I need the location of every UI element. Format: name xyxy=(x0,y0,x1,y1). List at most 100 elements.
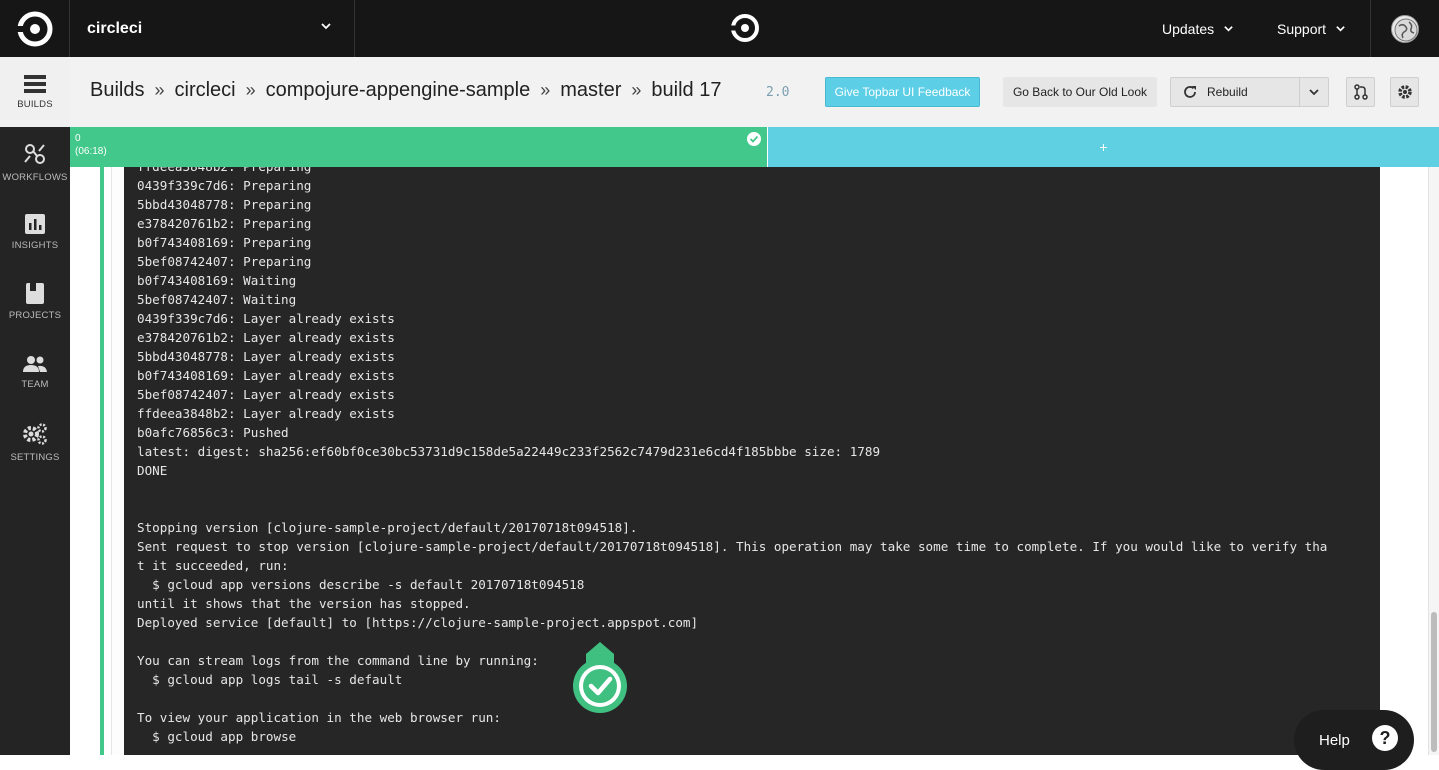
circleci-center-logo-icon[interactable] xyxy=(729,12,761,44)
breadcrumb-separator: » xyxy=(540,80,551,100)
add-container-button[interactable]: + xyxy=(768,127,1439,167)
sidebar-item-projects[interactable]: PROJECTS xyxy=(0,267,70,337)
question-icon: ? xyxy=(1372,725,1398,751)
log-line: Sent request to stop version [clojure-sa… xyxy=(137,539,1328,554)
log-line: 0439f339c7d6: Layer already exists xyxy=(137,311,395,326)
breadcrumb-separator: » xyxy=(631,80,642,100)
log-line: e378420761b2: Preparing xyxy=(137,216,312,231)
check-circle-icon xyxy=(747,132,761,146)
help-button[interactable]: Help ? xyxy=(1294,710,1414,770)
success-badge-icon xyxy=(573,642,627,713)
breadcrumb-project[interactable]: compojure-appengine-sample xyxy=(266,79,531,101)
log-line: until it shows that the version has stop… xyxy=(137,596,471,611)
chevron-down-icon xyxy=(1309,89,1319,96)
log-line: 5bef08742407: Layer already exists xyxy=(137,387,395,402)
sidebar-item-team[interactable]: TEAM xyxy=(0,337,70,407)
circleci-logo-icon xyxy=(15,11,52,46)
log-line: You can stream logs from the command lin… xyxy=(137,653,539,668)
log-line: 5bef08742407: Preparing xyxy=(137,254,312,269)
log-line: t it succeeded, run: xyxy=(137,558,289,573)
log-line: b0f743408169: Preparing xyxy=(137,235,312,250)
log-line: b0afc76856c3: Pushed xyxy=(137,425,289,440)
projects-icon xyxy=(26,283,44,304)
breadcrumb-branch[interactable]: master xyxy=(560,79,621,101)
chevron-down-icon xyxy=(321,23,331,30)
log-line: $ gcloud app browse xyxy=(137,729,297,744)
log-line: ffdeea3848b2: Preparing xyxy=(137,167,1367,176)
updates-menu[interactable]: Updates xyxy=(1162,0,1234,57)
gear-icon xyxy=(1397,85,1412,99)
top-navigation-bar: circleci Updates Support xyxy=(0,0,1439,57)
breadcrumb-org[interactable]: circleci xyxy=(175,79,236,101)
log-line: 5bbd43048778: Layer already exists xyxy=(137,349,395,364)
sidebar: BUILDS WORKFLOWS INSIGHTS PROJECTS TEAM … xyxy=(0,57,70,755)
log-line: 5bbd43048778: Preparing xyxy=(137,197,312,212)
sidebar-item-label: PROJECTS xyxy=(8,310,62,321)
breadcrumb-build: build 17 xyxy=(651,79,722,101)
project-settings-button[interactable] xyxy=(1390,77,1419,107)
log-line: DONE xyxy=(137,463,168,478)
builds-icon xyxy=(24,74,46,93)
scrollbar-thumb[interactable] xyxy=(1431,612,1437,752)
log-line: ffdeea3848b2: Layer already exists xyxy=(137,406,395,421)
circleci-logo[interactable] xyxy=(0,0,70,57)
log-line: 5bef08742407: Waiting xyxy=(137,292,297,307)
log-line: b0f743408169: Waiting xyxy=(137,273,297,288)
sidebar-item-label: WORKFLOWS xyxy=(2,171,68,183)
build-output-area: ffdeea3848b2: Preparing 0439f339c7d6: Pre… xyxy=(70,167,1439,755)
org-name: circleci xyxy=(87,19,143,37)
old-look-button[interactable]: Go Back to Our Old Look xyxy=(1003,77,1157,107)
insights-icon xyxy=(25,213,45,234)
rebuild-options-dropdown[interactable] xyxy=(1300,77,1329,107)
team-icon xyxy=(23,355,47,372)
globe-avatar-icon xyxy=(1394,18,1418,41)
log-line: $ gcloud app logs tail -s default xyxy=(137,672,403,687)
log-line: Stopping version [clojure-sample-project… xyxy=(137,520,638,535)
pull-request-icon xyxy=(1353,84,1368,100)
org-switcher[interactable]: circleci xyxy=(70,0,355,57)
support-menu-label: Support xyxy=(1277,20,1327,37)
pull-request-button[interactable] xyxy=(1346,77,1375,107)
workflows-icon xyxy=(24,143,45,164)
log-line: 0439f339c7d6: Preparing xyxy=(137,178,312,193)
page-scrollbar[interactable] xyxy=(1428,167,1439,755)
sidebar-item-insights[interactable]: INSIGHTS xyxy=(0,197,70,267)
container-bar: 0 (06:18) + xyxy=(70,127,1439,167)
chevron-down-icon xyxy=(1224,26,1233,32)
updates-menu-label: Updates xyxy=(1162,20,1215,37)
sidebar-item-label: SETTINGS xyxy=(10,451,60,463)
settings-icon xyxy=(23,422,47,445)
topbar-feedback-button[interactable]: Give Topbar UI Feedback xyxy=(825,77,980,107)
container-tab-0[interactable]: 0 (06:18) xyxy=(70,127,767,167)
user-menu[interactable] xyxy=(1370,0,1439,57)
sidebar-item-builds[interactable]: BUILDS xyxy=(0,57,70,127)
rebuild-button[interactable]: Rebuild xyxy=(1170,77,1300,107)
log-line: b0f743408169: Layer already exists xyxy=(137,368,395,383)
avatar xyxy=(1391,14,1419,43)
log-line: Deployed service [default] to [https://c… xyxy=(137,615,699,630)
refresh-icon xyxy=(1184,86,1196,98)
terminal-output[interactable]: ffdeea3848b2: Preparing 0439f339c7d6: Pre… xyxy=(124,167,1380,755)
breadcrumb-builds[interactable]: Builds xyxy=(90,79,144,101)
sidebar-item-settings[interactable]: SETTINGS xyxy=(0,407,70,477)
sidebar-item-label: INSIGHTS xyxy=(11,239,59,251)
support-menu[interactable]: Support xyxy=(1277,0,1346,57)
log-text: ffdeea3848b2: Preparing 0439f339c7d6: Pre… xyxy=(137,167,1367,746)
sidebar-item-workflows[interactable]: WORKFLOWS xyxy=(0,127,70,197)
container-duration: (06:18) xyxy=(75,146,107,157)
sidebar-item-label: BUILDS xyxy=(17,98,53,110)
log-line: $ gcloud app versions describe -s defaul… xyxy=(137,577,585,592)
rebuild-button-label: Rebuild xyxy=(1207,85,1248,99)
sidebar-item-label: TEAM xyxy=(21,378,49,390)
help-button-label: Help xyxy=(1319,731,1350,749)
config-version: 2.0 xyxy=(766,85,790,100)
container-index: 0 xyxy=(75,133,81,144)
chevron-down-icon xyxy=(1336,26,1345,32)
log-line: e378420761b2: Layer already exists xyxy=(137,330,395,345)
breadcrumb-separator: » xyxy=(245,80,256,100)
breadcrumb-separator: » xyxy=(154,80,165,100)
